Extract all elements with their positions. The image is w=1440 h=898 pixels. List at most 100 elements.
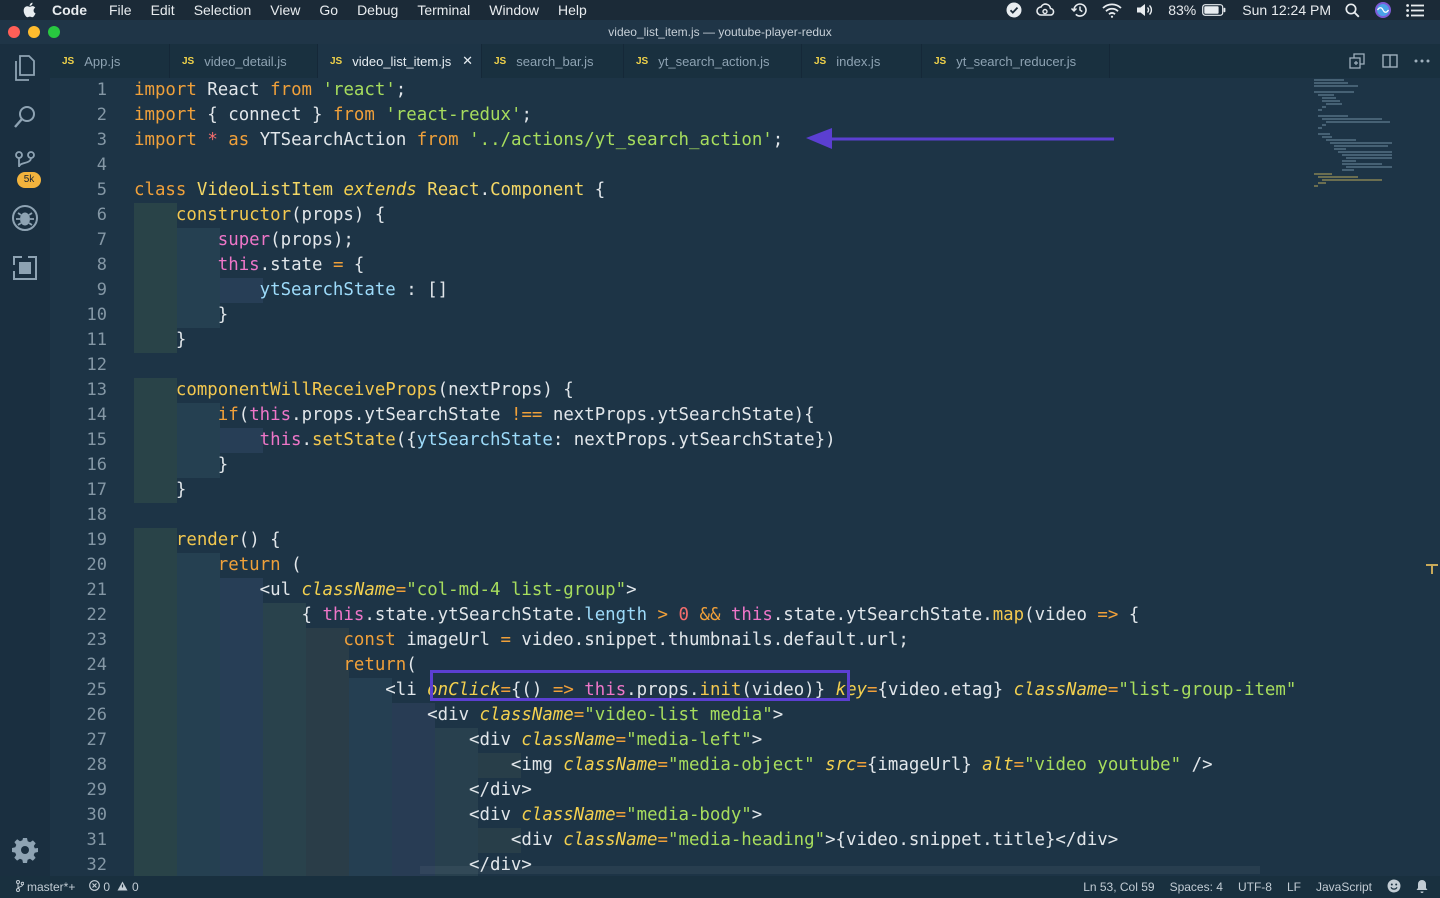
code-line[interactable]: render() {: [134, 528, 281, 553]
code-token: {: [343, 255, 365, 275]
menu-window[interactable]: Window: [489, 2, 539, 18]
battery-icon[interactable]: [1202, 4, 1226, 16]
code-token: from: [270, 80, 313, 100]
creative-cloud-icon[interactable]: [1036, 3, 1056, 17]
language-mode[interactable]: JavaScript: [1316, 880, 1372, 894]
code-line[interactable]: if(this.props.ytSearchState !== nextProp…: [134, 403, 815, 428]
code-token: from: [416, 130, 459, 150]
code-line[interactable]: import * as YTSearchAction from '../acti…: [134, 128, 783, 153]
explorer-icon[interactable]: [0, 48, 50, 88]
end-of-line[interactable]: LF: [1287, 880, 1301, 894]
zoom-window-button[interactable]: [48, 26, 60, 38]
menu-view[interactable]: View: [270, 2, 300, 18]
warning-count[interactable]: 0: [132, 880, 139, 894]
git-branch[interactable]: master*+: [27, 880, 75, 894]
tab-yt-search-action-js[interactable]: JS yt_search_action.js: [624, 44, 802, 78]
code-token: (: [238, 405, 250, 425]
code-token: super: [217, 230, 271, 250]
code-line[interactable]: <div className="media-left">: [134, 728, 762, 753]
code-line[interactable]: const imageUrl = video.snippet.thumbnail…: [134, 628, 908, 653]
error-icon[interactable]: [89, 880, 101, 894]
code-line[interactable]: }: [134, 478, 186, 503]
code-line[interactable]: }: [134, 328, 186, 353]
split-editor-icon[interactable]: [1382, 44, 1398, 78]
code-line[interactable]: </div>: [134, 778, 532, 803]
code-line[interactable]: return(: [134, 653, 416, 678]
siri-icon[interactable]: [1374, 1, 1392, 19]
code-line[interactable]: componentWillReceiveProps(nextProps) {: [134, 378, 574, 403]
tab-index-js[interactable]: JS index.js: [802, 44, 922, 78]
code-line[interactable]: import React from 'react';: [134, 78, 406, 103]
apple-logo-icon[interactable]: [22, 2, 36, 18]
volume-icon[interactable]: [1136, 3, 1154, 17]
warning-icon[interactable]: [117, 880, 128, 894]
open-changes-icon[interactable]: [1349, 44, 1365, 78]
error-count[interactable]: 0: [103, 880, 110, 894]
menu-app-name[interactable]: Code: [52, 2, 87, 18]
line-number: 24: [86, 655, 107, 675]
tab-search-bar-js[interactable]: JS search_bar.js: [482, 44, 624, 78]
time-machine-icon[interactable]: [1070, 2, 1088, 18]
settings-gear-icon[interactable]: [0, 830, 50, 870]
more-actions-icon[interactable]: [1414, 44, 1430, 78]
notifications-bell-icon[interactable]: [1416, 879, 1428, 896]
code-line[interactable]: <div className="media-body">: [134, 803, 762, 828]
search-icon[interactable]: [0, 97, 50, 137]
menu-go[interactable]: Go: [319, 2, 338, 18]
code-line[interactable]: <img className="media-object" src={image…: [134, 753, 1213, 778]
code-token: '../actions/yt_search_action': [469, 130, 773, 150]
line-number: 21: [86, 580, 107, 600]
spotlight-search-icon[interactable]: [1345, 2, 1360, 18]
code-token: this: [322, 605, 365, 625]
code-token: .state: [259, 255, 333, 275]
close-tab-icon[interactable]: ✕: [462, 53, 473, 69]
menu-file[interactable]: File: [109, 2, 132, 18]
code-line[interactable]: this.setState({ytSearchState: nextProps.…: [134, 428, 836, 453]
minimap[interactable]: [1312, 78, 1392, 198]
code-line[interactable]: constructor(props) {: [134, 203, 385, 228]
code-line[interactable]: }: [134, 453, 228, 478]
indentation[interactable]: Spaces: 4: [1170, 880, 1223, 894]
code-line[interactable]: <ul className="col-md-4 list-group">: [134, 578, 637, 603]
code-editor[interactable]: 1 2 3 4 5 6 7 8 9 10 11 12 13 14 15 16 17 18 19 20 21 22 23 24 2…: [50, 78, 1440, 876]
code-line[interactable]: <div className="media-heading">{video.sn…: [134, 828, 1118, 853]
tab-yt-search-reducer-js[interactable]: JS yt_search_reducer.js: [922, 44, 1110, 78]
minimize-window-button[interactable]: [28, 26, 40, 38]
menu-help[interactable]: Help: [558, 2, 587, 18]
code-line[interactable]: super(props);: [134, 228, 354, 253]
code-line[interactable]: }: [134, 303, 228, 328]
code-line[interactable]: { this.state.ytSearchState.length > 0 &&…: [134, 603, 1140, 628]
code-token: return: [343, 655, 407, 675]
horizontal-scrollbar[interactable]: [420, 866, 1260, 874]
tab-video-list-item-js[interactable]: JS video_list_item.js ✕: [318, 44, 482, 78]
menu-selection[interactable]: Selection: [194, 2, 252, 18]
js-file-icon: JS: [494, 55, 507, 67]
code-token: >: [751, 805, 763, 825]
cursor-position[interactable]: Ln 53, Col 59: [1083, 880, 1154, 894]
menu-edit[interactable]: Edit: [151, 2, 175, 18]
window-title-bar: video_list_item.js — youtube-player-redu…: [0, 20, 1440, 44]
tab-app-js[interactable]: JS App.js: [50, 44, 170, 78]
wifi-icon[interactable]: [1102, 3, 1122, 18]
code-line[interactable]: this.state = {: [134, 253, 365, 278]
code-line[interactable]: ytSearchState : []: [134, 278, 448, 303]
code-line[interactable]: class VideoListItem extends React.Compon…: [134, 178, 605, 203]
code-line[interactable]: import { connect } from 'react-redux';: [134, 103, 532, 128]
feedback-smiley-icon[interactable]: [1387, 879, 1401, 896]
file-encoding[interactable]: UTF-8: [1238, 880, 1272, 894]
code-token: componentWillReceiveProps: [175, 380, 438, 400]
menu-debug[interactable]: Debug: [357, 2, 398, 18]
close-window-button[interactable]: [8, 26, 20, 38]
tab-video-detail-js[interactable]: JS video_detail.js: [170, 44, 318, 78]
notification-center-icon[interactable]: [1406, 3, 1424, 17]
code-line[interactable]: <div className="video-list media">: [134, 703, 783, 728]
menu-terminal[interactable]: Terminal: [417, 2, 470, 18]
debug-icon[interactable]: [0, 198, 50, 238]
code-token: "media-object": [668, 755, 815, 775]
todo-check-icon[interactable]: [1006, 2, 1022, 18]
code-line[interactable]: return (: [134, 553, 302, 578]
clock[interactable]: Sun 12:24 PM: [1242, 2, 1331, 18]
extensions-icon[interactable]: [0, 248, 50, 288]
code-token: {video.etag}: [877, 680, 1014, 700]
